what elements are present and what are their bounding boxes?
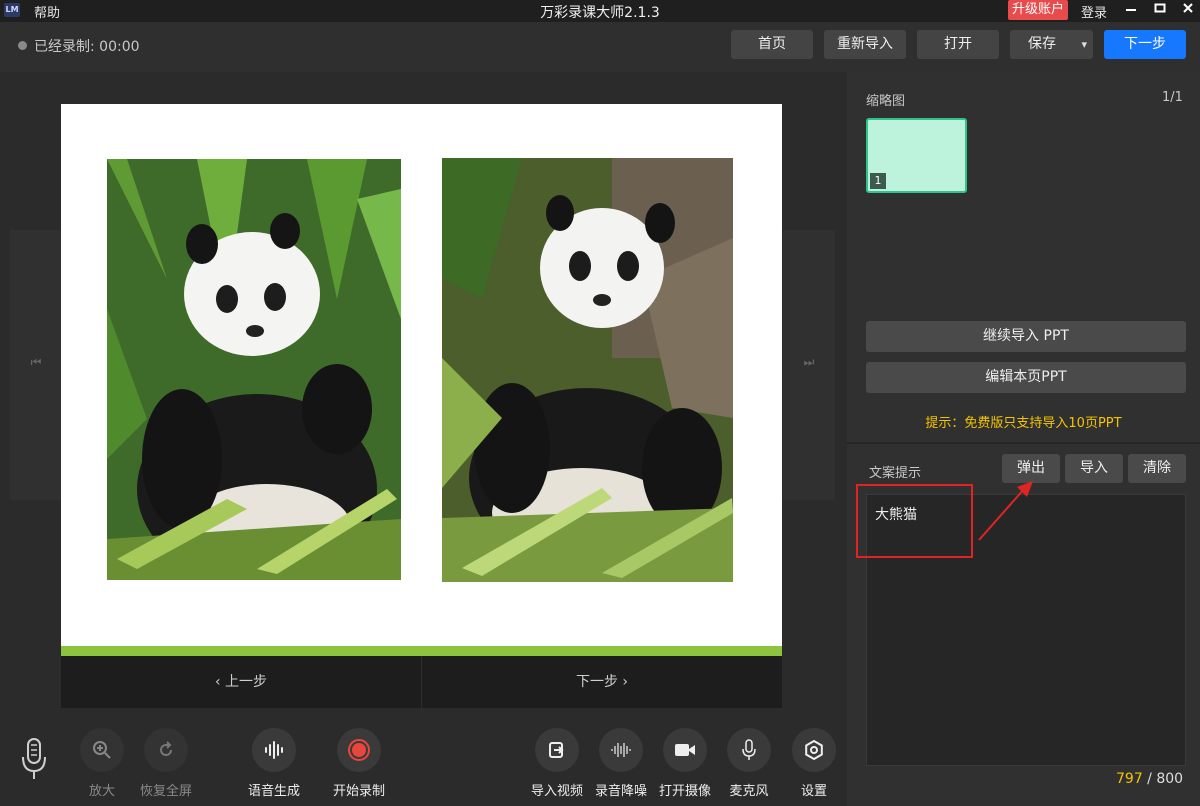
- home-button[interactable]: 首页: [731, 30, 813, 59]
- prev-slide-handle[interactable]: ⏮: [10, 230, 62, 500]
- zoom-in-icon: [80, 728, 124, 772]
- voice-gen-tool[interactable]: 语音生成: [242, 728, 306, 799]
- settings-tool[interactable]: 设置: [782, 728, 846, 799]
- camera-tool[interactable]: 打开摄像: [653, 728, 717, 799]
- thumbnail-number: 1: [870, 173, 886, 189]
- chevron-left-icon: ‹: [214, 674, 221, 690]
- start-record-label: 开始录制: [332, 784, 385, 799]
- record-status-icon: [18, 41, 27, 50]
- voice-gen-label: 语音生成: [247, 784, 300, 799]
- zoom-in-tool[interactable]: 放大: [70, 728, 134, 799]
- panda-photo-right: [442, 158, 733, 582]
- panel-divider: [847, 442, 1200, 444]
- skip-back-icon: ⏮: [30, 355, 42, 369]
- video-camera-icon: [663, 728, 707, 772]
- next-slide-handle[interactable]: ⏭: [783, 230, 835, 500]
- app-logo: LM: [4, 3, 20, 17]
- mic-tool[interactable]: 麦克风: [717, 728, 781, 799]
- clear-script-button[interactable]: 清除: [1128, 454, 1186, 483]
- chevron-down-icon: ▾: [1081, 38, 1087, 51]
- prev-step-button[interactable]: ‹ 上一步: [61, 656, 421, 708]
- free-version-tip: 提示：免费版只支持导入10页PPT: [925, 416, 1122, 431]
- menu-help[interactable]: 帮助: [34, 2, 60, 21]
- import-script-button[interactable]: 导入: [1065, 454, 1123, 483]
- start-record-tool[interactable]: 开始录制: [327, 728, 391, 799]
- annotation-arrow-icon: [978, 481, 1033, 541]
- save-dropdown[interactable]: 保存 ▾: [1010, 30, 1093, 59]
- camera-label: 打开摄像: [658, 784, 711, 799]
- gear-icon: [792, 728, 836, 772]
- restore-icon: [144, 728, 188, 772]
- edit-page-ppt-button[interactable]: 编辑本页PPT: [866, 362, 1186, 393]
- restore-label: 恢复全屏: [139, 784, 192, 799]
- chevron-right-icon: ›: [622, 674, 629, 690]
- login-button[interactable]: 登录: [1081, 2, 1107, 21]
- import-video-icon: [535, 728, 579, 772]
- record-icon: [337, 728, 381, 772]
- minimize-icon[interactable]: [1120, 0, 1142, 20]
- next-step-label: 下一步: [575, 674, 618, 690]
- skip-forward-icon: ⏭: [803, 355, 815, 369]
- slide-thumbnail[interactable]: 1: [866, 118, 967, 193]
- slide-nav-strip: ‹ 上一步 下一步 ›: [61, 656, 782, 708]
- char-max: / 800: [1142, 771, 1184, 787]
- save-label: 保存: [1028, 36, 1056, 52]
- zoom-in-label: 放大: [88, 784, 115, 799]
- waveform-icon: [252, 728, 296, 772]
- next-step-nav-button[interactable]: 下一步 ›: [422, 656, 782, 708]
- thumbnails-title: 缩略图: [866, 94, 906, 109]
- char-counter: 797 / 800: [1116, 771, 1183, 787]
- thumbnails-count: 1/1: [1162, 90, 1183, 105]
- settings-label: 设置: [800, 784, 827, 799]
- continue-import-ppt-button[interactable]: 继续导入 PPT: [866, 321, 1186, 352]
- mic-label: 麦克风: [729, 784, 769, 799]
- annotation-highlight-box: [856, 484, 973, 558]
- open-button[interactable]: 打开: [917, 30, 999, 59]
- slide-preview: [61, 104, 782, 656]
- microphone-icon: [727, 728, 771, 772]
- import-video-label: 导入视频: [530, 784, 583, 799]
- import-video-tool[interactable]: 导入视频: [525, 728, 589, 799]
- close-icon[interactable]: [1177, 0, 1199, 20]
- title-bar: LM 帮助 万彩录课大师2.1.3 升级账户 登录: [0, 0, 1200, 22]
- denoise-icon: [599, 728, 643, 772]
- recorded-time-label: 已经录制: 00:00: [34, 39, 140, 55]
- restore-fullscreen-tool[interactable]: 恢复全屏: [134, 728, 198, 799]
- slide-footer-bar: [61, 646, 782, 656]
- prev-step-label: 上一步: [225, 674, 268, 690]
- mic-status-icon: [20, 737, 48, 787]
- reimport-button[interactable]: 重新导入: [824, 30, 906, 59]
- top-toolbar: 已经录制: 00:00 首页 重新导入 打开 保存 ▾ 下一步: [0, 22, 1200, 72]
- char-used: 797: [1116, 771, 1143, 787]
- script-title: 文案提示: [869, 466, 922, 481]
- denoise-label: 录音降噪: [594, 784, 647, 799]
- denoise-tool[interactable]: 录音降噪: [589, 728, 653, 799]
- panda-photo-left: [107, 159, 401, 580]
- next-step-button[interactable]: 下一步: [1104, 30, 1186, 59]
- maximize-icon[interactable]: [1149, 0, 1171, 20]
- upgrade-account-button[interactable]: 升级账户: [1008, 0, 1069, 20]
